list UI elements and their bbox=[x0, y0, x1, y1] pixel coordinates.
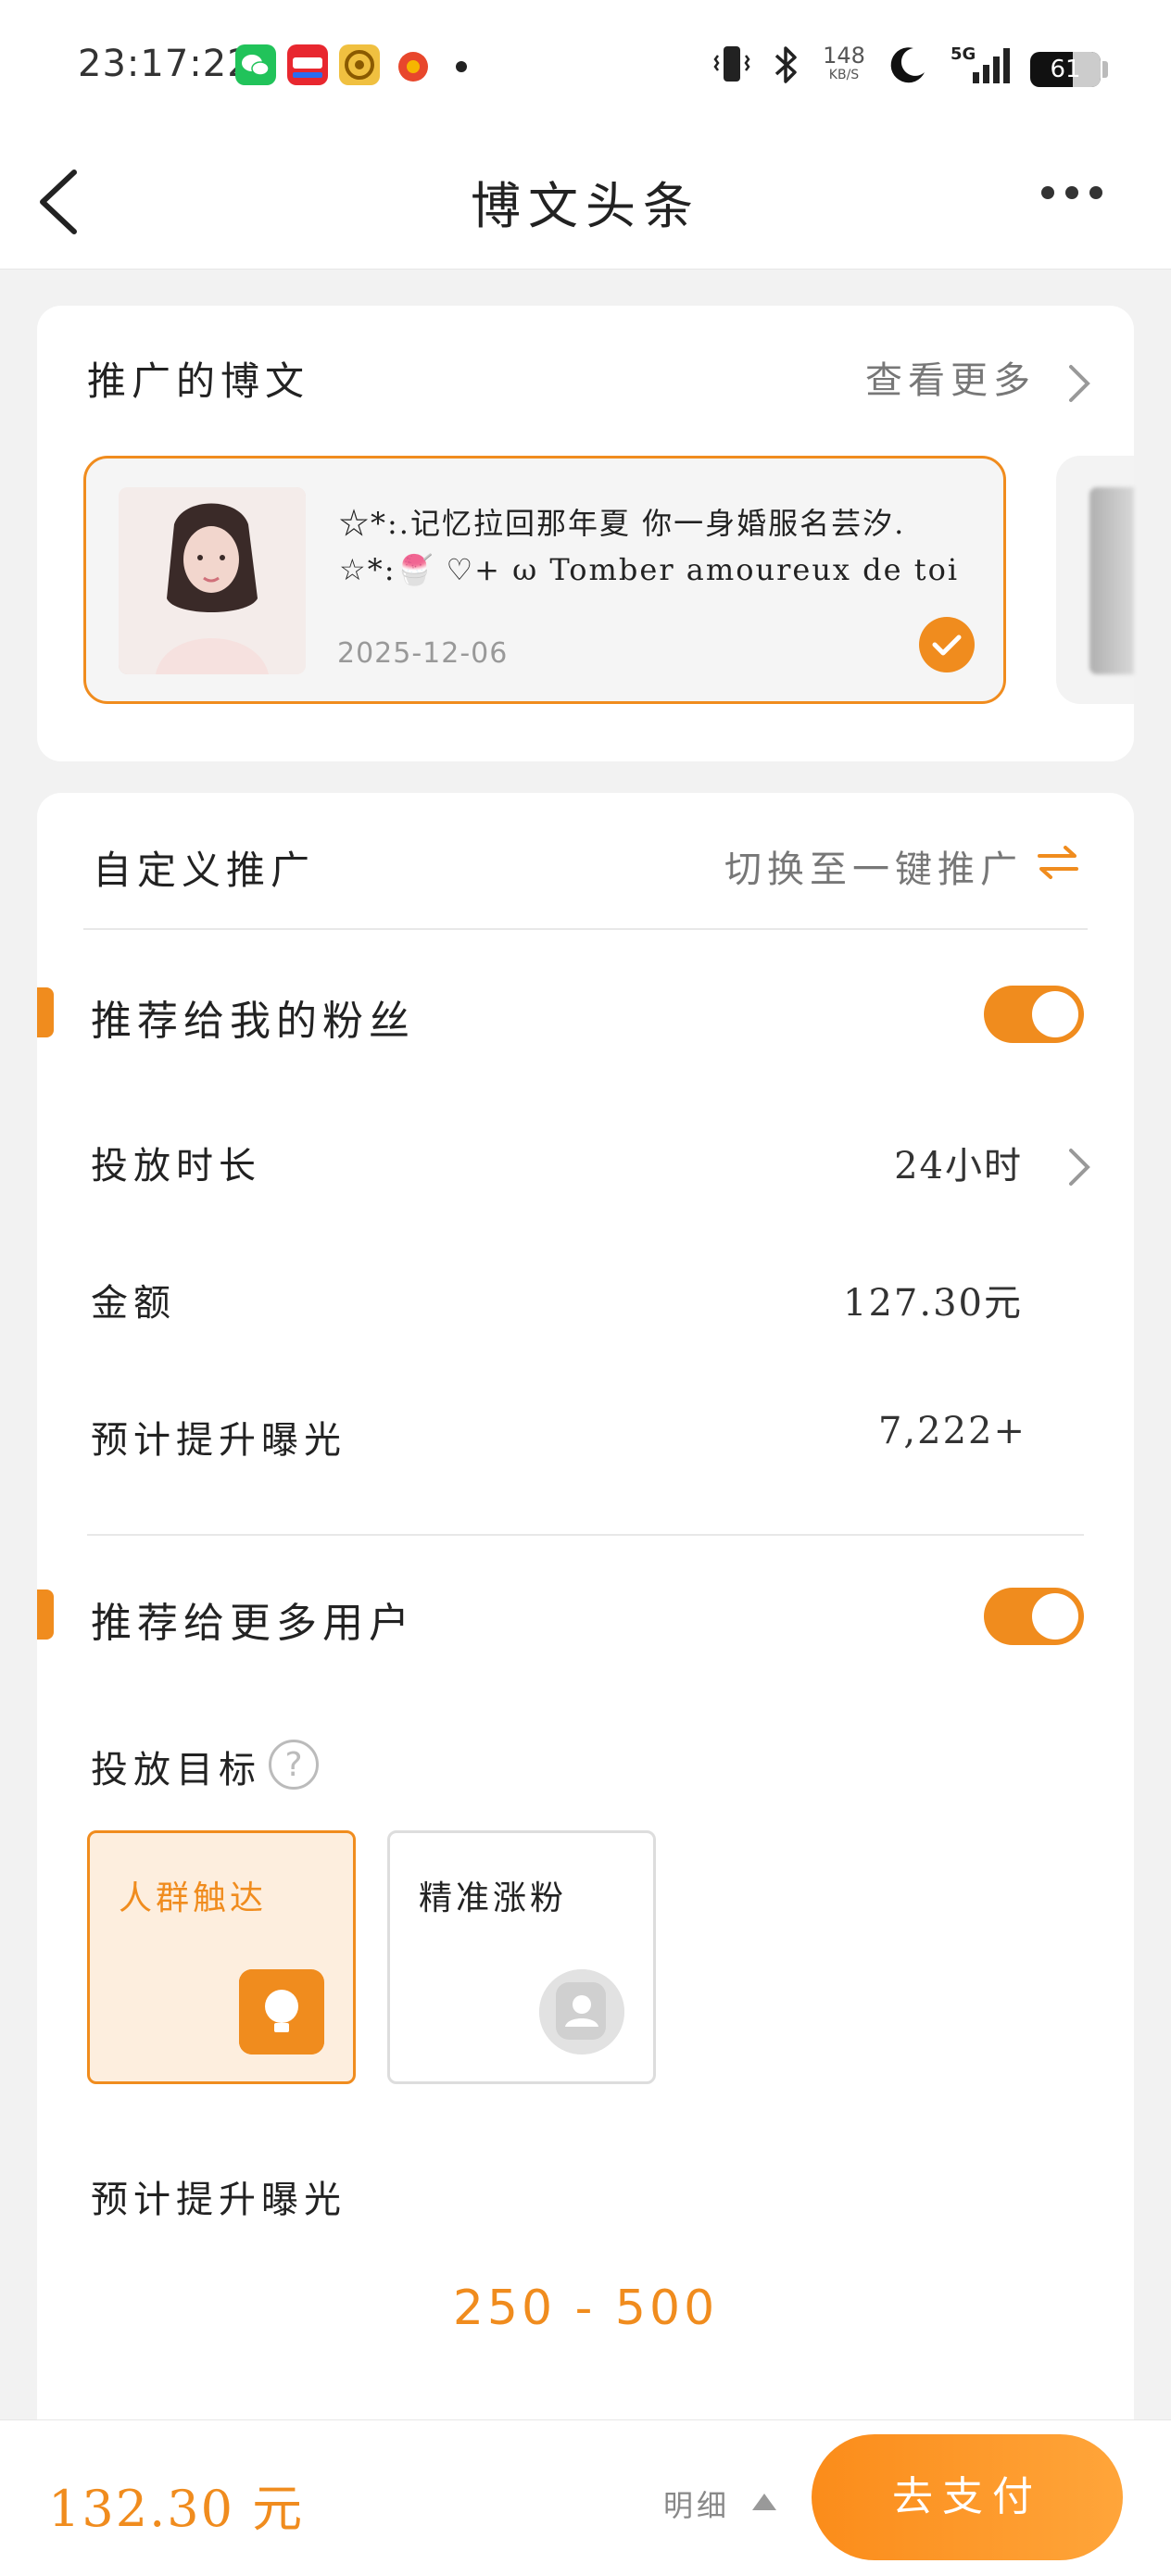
post-date: 2025-12-06 bbox=[337, 637, 509, 670]
fans-exposure-label: 预计提升曝光 bbox=[91, 1419, 346, 1462]
swap-icon[interactable] bbox=[1034, 837, 1082, 886]
svg-text:5G: 5G bbox=[951, 44, 976, 64]
fans-toggle[interactable] bbox=[984, 986, 1084, 1043]
fans-exposure-value: 7,222+ bbox=[877, 1410, 1026, 1452]
vibrate-icon bbox=[713, 41, 750, 89]
section-accent bbox=[37, 987, 54, 1037]
post-thumbnail bbox=[119, 487, 306, 674]
section-accent bbox=[37, 1590, 54, 1640]
battery-icon: 61 bbox=[1030, 52, 1101, 87]
post-text-line1: ☆*:.记忆拉回那年夏 你一身婚服名芸汐. bbox=[339, 506, 906, 541]
duration-value[interactable]: 24小时 bbox=[894, 1136, 1023, 1189]
selected-check-icon bbox=[919, 617, 975, 672]
more-users-section-label: 推荐给更多用户 bbox=[91, 1600, 415, 1647]
battery-tip bbox=[1102, 61, 1108, 78]
weibo-icon bbox=[393, 44, 434, 85]
switch-mode-link[interactable]: 切换至一键推广 bbox=[724, 839, 1023, 893]
person-icon bbox=[539, 1969, 624, 2055]
custom-promo-heading: 自定义推广 bbox=[93, 848, 316, 893]
amount-label: 金额 bbox=[91, 1282, 176, 1325]
more-options-button[interactable] bbox=[1041, 185, 1121, 213]
status-time: 23:17:22 bbox=[78, 43, 252, 85]
signal-icon: 5G bbox=[945, 41, 1015, 89]
duration-label: 投放时长 bbox=[91, 1145, 261, 1187]
target-label: 投放目标 bbox=[91, 1749, 261, 1791]
divider bbox=[83, 928, 1088, 930]
target-option-label: 精准涨粉 bbox=[419, 1879, 568, 1917]
net-speed: 148 KB/S bbox=[823, 43, 865, 82]
bluetooth-icon bbox=[771, 41, 800, 89]
divider bbox=[87, 1534, 1084, 1536]
more-users-exposure-label: 预计提升曝光 bbox=[91, 2179, 346, 2221]
pay-button[interactable]: 去支付 bbox=[812, 2434, 1123, 2560]
detail-toggle[interactable]: 明细 bbox=[663, 2482, 730, 2525]
more-users-toggle[interactable] bbox=[984, 1588, 1084, 1645]
see-more-chevron-icon[interactable] bbox=[1065, 361, 1093, 406]
exposure-range: 250 - 500 bbox=[452, 2281, 719, 2336]
caret-up-icon[interactable] bbox=[752, 2494, 776, 2510]
bulb-icon bbox=[239, 1969, 324, 2055]
xiaohongshu-icon bbox=[287, 44, 328, 85]
target-option-label: 人群触达 bbox=[119, 1879, 268, 1917]
page-title: 博文头条 bbox=[471, 177, 700, 235]
post-text-line2: ☆*:🍧 ♡+ ω Tomber amoureux de toi est mon bbox=[339, 552, 969, 587]
see-more-link[interactable]: 查看更多 bbox=[865, 350, 1036, 404]
total-price: 132.30 元 bbox=[48, 2480, 305, 2538]
next-post-thumbnail bbox=[1089, 487, 1134, 674]
duration-chevron-icon[interactable] bbox=[1065, 1145, 1093, 1189]
notification-dot bbox=[456, 61, 467, 72]
app-icon bbox=[339, 44, 380, 85]
amount-value: 127.30元 bbox=[843, 1282, 1023, 1325]
fans-section-label: 推荐给我的粉丝 bbox=[91, 998, 415, 1045]
promoted-posts-heading: 推广的博文 bbox=[87, 358, 310, 404]
wechat-icon bbox=[235, 44, 276, 85]
moon-icon bbox=[886, 41, 928, 89]
help-icon[interactable]: ? bbox=[269, 1740, 319, 1790]
